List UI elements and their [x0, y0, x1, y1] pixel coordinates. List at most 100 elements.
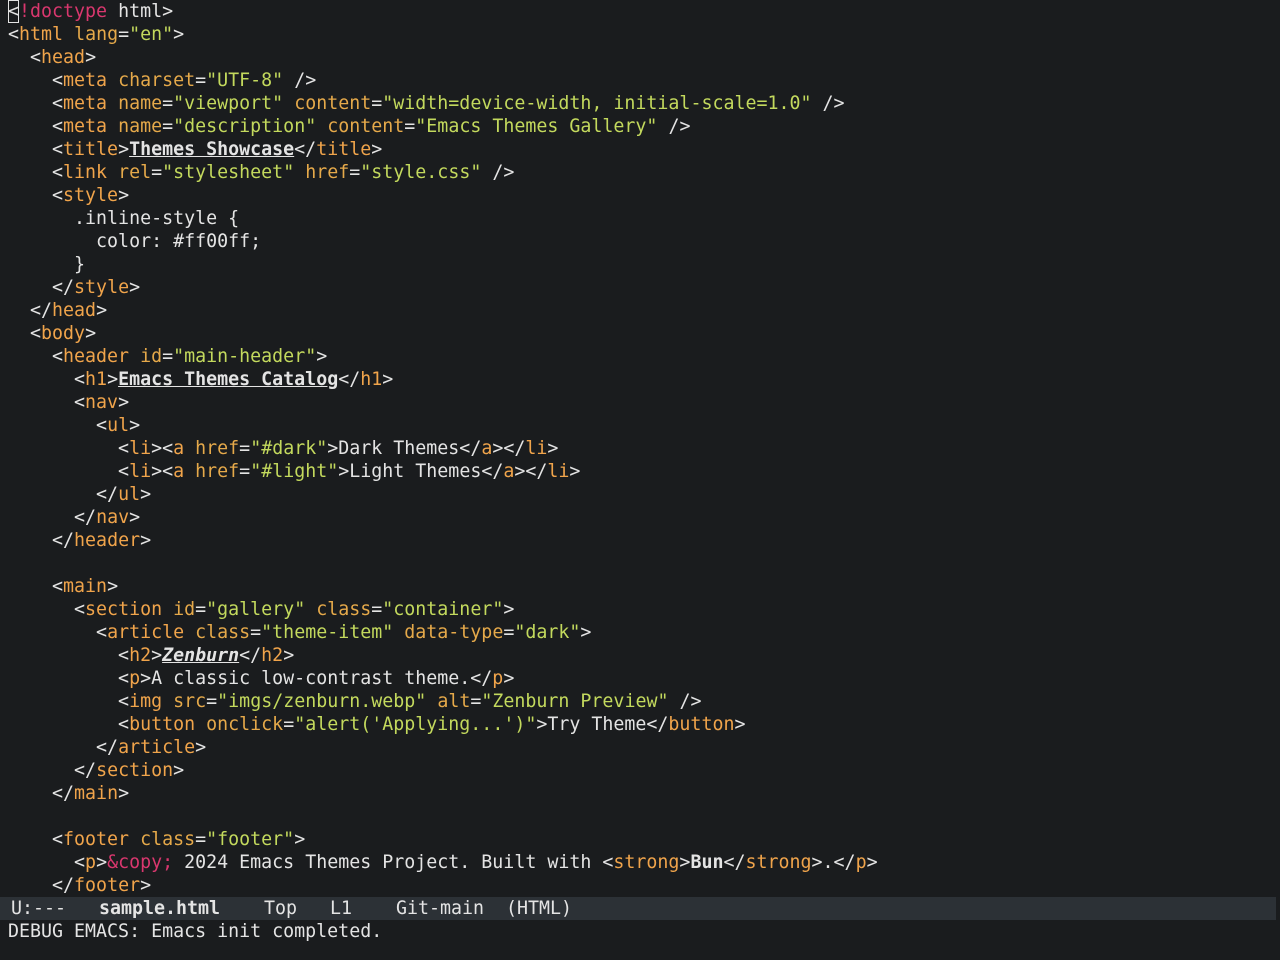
- code-line[interactable]: <!doctype html>: [8, 0, 173, 23]
- code-tag-name: li: [547, 461, 570, 482]
- code-text: >: [118, 185, 130, 206]
- code-text: =: [470, 691, 482, 712]
- code-line[interactable]: <h1>Emacs Themes Catalog</h1>: [8, 368, 393, 391]
- code-line[interactable]: <img src="imgs/zenburn.webp" alt="Zenbur…: [8, 690, 701, 713]
- code-string: "width=device-width, initial-scale=1.0": [382, 93, 812, 114]
- code-string: "stylesheet": [162, 162, 295, 183]
- code-attribute: name: [118, 116, 163, 137]
- code-text: </: [8, 737, 119, 758]
- code-text: =: [250, 622, 262, 643]
- code-text: html>: [107, 1, 174, 22]
- code-text: >: [129, 277, 141, 298]
- code-text: <: [8, 162, 64, 183]
- code-heading-text: Themes Showcase: [129, 139, 295, 160]
- code-line[interactable]: </nav>: [8, 506, 140, 529]
- code-tag-name: body: [41, 323, 86, 344]
- code-attribute: src: [173, 691, 207, 712]
- code-text: />: [657, 116, 691, 137]
- code-text: ><: [151, 461, 174, 482]
- text-cursor[interactable]: <: [8, 0, 20, 23]
- code-attribute: id: [173, 599, 196, 620]
- code-line[interactable]: <style>: [8, 184, 129, 207]
- code-text: >: [118, 139, 130, 160]
- code-tag-name: html: [19, 24, 64, 45]
- code-tag-name: p: [492, 668, 504, 689]
- code-text: <: [8, 392, 86, 413]
- code-line[interactable]: <nav>: [8, 391, 129, 414]
- code-attribute: data-type: [404, 622, 504, 643]
- editor-buffer[interactable]: <!doctype html> <html lang="en"> <head> <…: [0, 0, 1280, 897]
- buffer-name[interactable]: sample.html: [99, 897, 220, 920]
- code-line[interactable]: <link rel="stylesheet" href="style.css" …: [8, 161, 514, 184]
- code-tag-name: head: [41, 47, 86, 68]
- code-tag-name: a: [503, 461, 515, 482]
- code-text: =: [239, 461, 251, 482]
- code-text: 2024 Emacs Themes Project. Built with <: [173, 852, 614, 873]
- code-text: />: [283, 70, 317, 91]
- code-line[interactable]: <html lang="en">: [8, 23, 184, 46]
- vc-branch[interactable]: Git-main: [396, 897, 484, 920]
- code-line[interactable]: <meta name="description" content="Emacs …: [8, 115, 690, 138]
- code-line[interactable]: <footer class="footer">: [8, 828, 305, 851]
- code-text: >.</: [811, 852, 856, 873]
- code-line[interactable]: </footer>: [8, 874, 151, 897]
- code-line[interactable]: <body>: [8, 322, 96, 345]
- code-line[interactable]: <p>A classic low-contrast theme.</p>: [8, 667, 514, 690]
- code-tag-name: button: [668, 714, 735, 735]
- code-tag-name: strong: [613, 852, 680, 873]
- code-text: =: [162, 93, 174, 114]
- code-line[interactable]: <article class="theme-item" data-type="d…: [8, 621, 591, 644]
- code-text: <: [8, 323, 42, 344]
- code-line[interactable]: <meta name="viewport" content="width=dev…: [8, 92, 845, 115]
- code-line[interactable]: <li><a href="#light">Light Themes</a></l…: [8, 460, 580, 483]
- code-line[interactable]: </head>: [8, 299, 107, 322]
- code-text: =: [371, 599, 383, 620]
- code-tag-name: li: [129, 461, 152, 482]
- code-keyword: &copy;: [107, 852, 174, 873]
- code-line[interactable]: <main>: [8, 575, 118, 598]
- code-line[interactable]: </ul>: [8, 483, 151, 506]
- minibuffer-echo-area[interactable]: DEBUG EMACS: Emacs init completed.: [8, 920, 382, 943]
- code-string: "en": [129, 24, 174, 45]
- code-text: >: [503, 599, 515, 620]
- code-tag-name: main: [63, 576, 108, 597]
- code-string: "footer": [206, 829, 295, 850]
- code-text: </: [8, 507, 97, 528]
- code-tag-name: li: [129, 438, 152, 459]
- code-line[interactable]: <head>: [8, 46, 96, 69]
- code-line[interactable]: <button onclick="alert('Applying...')">T…: [8, 713, 745, 736]
- code-line[interactable]: </main>: [8, 782, 129, 805]
- line-number: L1: [330, 898, 353, 919]
- code-text: </: [338, 369, 361, 390]
- code-string: "imgs/zenburn.webp": [217, 691, 427, 712]
- code-line[interactable]: <title>Themes Showcase</title>: [8, 138, 382, 161]
- code-tag-name: li: [525, 438, 548, 459]
- code-line[interactable]: color: #ff00ff;: [8, 230, 261, 253]
- code-text: >: [283, 645, 295, 666]
- code-line[interactable]: <section id="gallery" class="container">: [8, 598, 514, 621]
- code-text: <: [8, 185, 64, 206]
- code-attribute: charset: [118, 70, 196, 91]
- code-text: =: [371, 93, 383, 114]
- code-tag-name: h1: [85, 369, 108, 390]
- code-line[interactable]: .inline-style {: [8, 207, 239, 230]
- code-attribute: content: [327, 116, 405, 137]
- code-line[interactable]: <h2>Zenburn</h2>: [8, 644, 294, 667]
- code-line[interactable]: }: [8, 253, 85, 276]
- code-line[interactable]: <li><a href="#dark">Dark Themes</a></li>: [8, 437, 558, 460]
- code-line[interactable]: <header id="main-header">: [8, 345, 327, 368]
- code-line[interactable]: </header>: [8, 529, 151, 552]
- major-mode[interactable]: (HTML): [506, 897, 572, 920]
- code-line[interactable]: </style>: [8, 276, 140, 299]
- code-line[interactable]: </section>: [8, 759, 184, 782]
- code-text: >: [85, 47, 97, 68]
- code-line[interactable]: <meta charset="UTF-8" />: [8, 69, 316, 92]
- code-line[interactable]: </article>: [8, 736, 206, 759]
- code-line[interactable]: <ul>: [8, 414, 140, 437]
- code-line[interactable]: <p>&copy; 2024 Emacs Themes Project. Bui…: [8, 851, 878, 874]
